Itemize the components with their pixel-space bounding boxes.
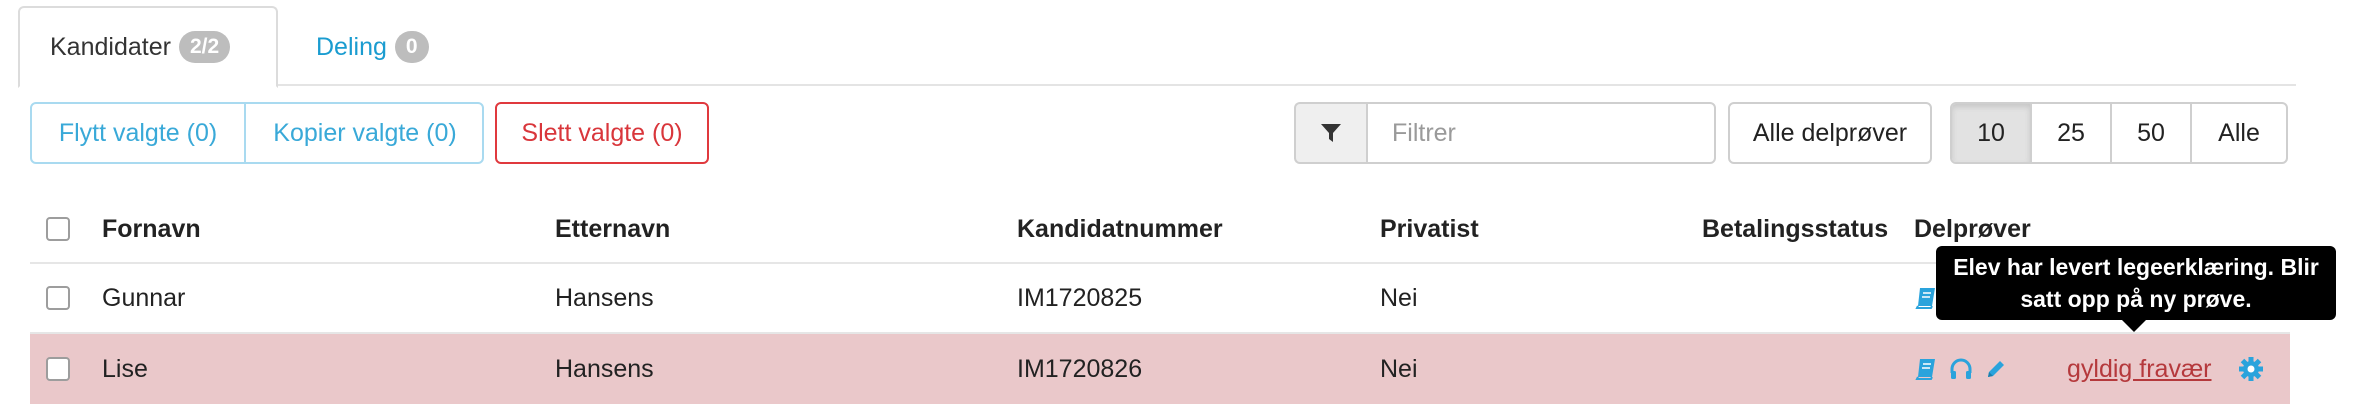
copy-selected-button[interactable]: Kopier valgte (0) (246, 104, 484, 162)
row-checkbox[interactable] (46, 286, 70, 310)
table-row: Lise Hansens IM1720826 Nei gyldig fravær (30, 334, 2290, 404)
page-size-25[interactable]: 25 (2032, 104, 2112, 162)
pencil-icon[interactable] (1985, 358, 2007, 380)
valid-absence-link[interactable]: gyldig fravær (2067, 334, 2212, 404)
book-icon[interactable] (1915, 286, 1937, 310)
header-etternavn[interactable]: Etternavn (555, 196, 670, 262)
move-copy-button-group: Flytt valgte (0) Kopier valgte (0) (30, 102, 484, 164)
page-size-all[interactable]: Alle (2192, 104, 2286, 162)
filter-addon (1294, 102, 1366, 164)
cell-kandidatnummer: IM1720826 (1017, 354, 1143, 383)
cell-privatist: Nei (1380, 283, 1418, 312)
select-all-checkbox[interactable] (46, 217, 70, 241)
page-size-10[interactable]: 10 (1952, 104, 2032, 162)
cell-privatist: Nei (1380, 354, 1418, 383)
tab-deling-badge: 0 (394, 31, 429, 63)
tab-bar: Kandidater 2/2 Deling 0 (18, 6, 2296, 88)
tooltip-arrow (2122, 320, 2146, 332)
tab-kandidater[interactable]: Kandidater 2/2 (18, 6, 278, 88)
tab-kandidater-badge: 2/2 (178, 31, 231, 63)
delete-selected-button[interactable]: Slett valgte (0) (495, 102, 709, 164)
cell-etternavn: Hansens (555, 354, 654, 383)
all-tests-dropdown-button[interactable]: Alle delprøver (1728, 102, 1932, 164)
header-privatist[interactable]: Privatist (1380, 196, 1479, 262)
tab-deling-label: Deling (316, 32, 387, 61)
cell-fornavn: Gunnar (102, 283, 186, 312)
book-icon[interactable] (1915, 357, 1937, 381)
tab-kandidater-label: Kandidater (50, 32, 171, 61)
cell-fornavn: Lise (102, 354, 148, 383)
cell-kandidatnummer: IM1720825 (1017, 283, 1143, 312)
filter-input[interactable] (1366, 102, 1716, 164)
page-size-50[interactable]: 50 (2112, 104, 2192, 162)
move-selected-button[interactable]: Flytt valgte (0) (32, 104, 246, 162)
tab-deling[interactable]: Deling 0 (286, 6, 459, 88)
tooltip: Elev har levert legeerklæring. Blir satt… (1936, 246, 2336, 320)
page-size-selector: 10 25 50 Alle (1950, 102, 2288, 164)
gear-icon[interactable] (2237, 355, 2265, 383)
row-checkbox[interactable] (46, 357, 70, 381)
headphones-icon[interactable] (1949, 357, 1973, 381)
header-betalingsstatus[interactable]: Betalingsstatus (1702, 196, 1888, 262)
filter-icon (1321, 124, 1341, 142)
header-fornavn[interactable]: Fornavn (102, 196, 201, 262)
cell-etternavn: Hansens (555, 283, 654, 312)
delprover-icons (1915, 334, 2007, 404)
header-kandidatnummer[interactable]: Kandidatnummer (1017, 196, 1223, 262)
